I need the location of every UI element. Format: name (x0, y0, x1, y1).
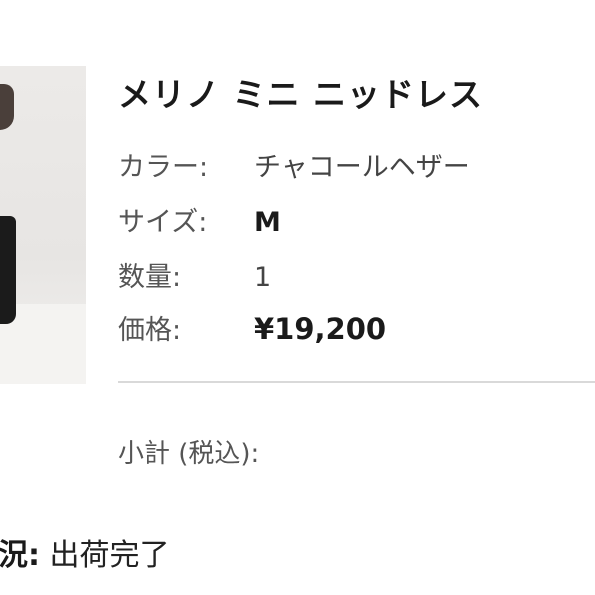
status-value: 出荷完了 (49, 538, 170, 573)
shipping-status: 況: 出荷完了 (0, 530, 170, 574)
product-title[interactable]: メリノ ミニ ニッドレス (118, 68, 483, 116)
section-divider (118, 381, 595, 383)
size-label: サイズ: (118, 207, 208, 238)
size-row: サイズ: M (118, 200, 281, 239)
status-label: 況: (0, 538, 40, 573)
subtotal-label: 小計 (税込): (118, 439, 260, 469)
color-value: チャコールヘザー (254, 152, 470, 183)
quantity-row: 数量: 1 (118, 255, 271, 294)
price-value: ¥19,200 (254, 312, 387, 346)
color-row: カラー: チャコールヘザー (118, 145, 470, 184)
order-item-page: メリノ ミニ ニッドレス カラー: チャコールヘザー サイズ: M 数量: 1 価格:… (0, 0, 595, 595)
price-row: 価格: ¥19,200 (118, 308, 386, 347)
quantity-label: 数量: (118, 262, 182, 293)
size-value: M (254, 207, 281, 238)
thumbnail-model-hair (0, 84, 14, 130)
thumbnail-dress (0, 216, 16, 324)
product-thumbnail[interactable] (0, 66, 86, 384)
color-label: カラー: (118, 152, 209, 183)
quantity-value: 1 (254, 262, 272, 293)
price-label: 価格: (118, 315, 182, 346)
